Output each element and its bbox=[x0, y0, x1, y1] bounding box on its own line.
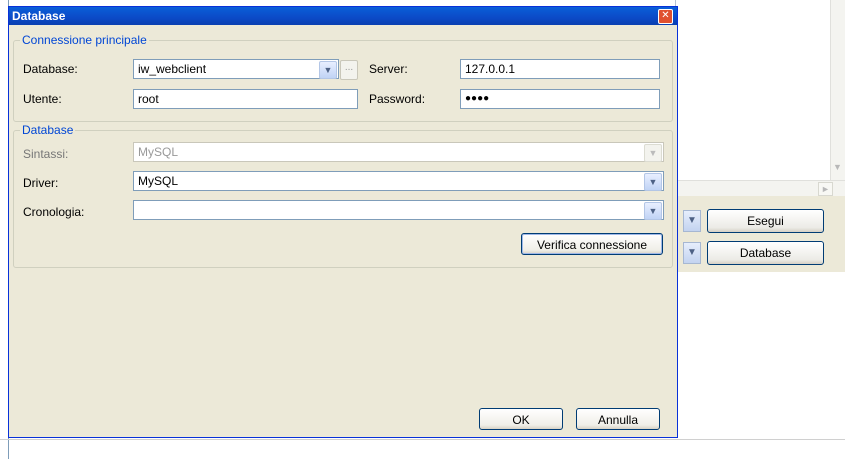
browse-database-button[interactable]: ... bbox=[340, 60, 358, 80]
execute-button[interactable]: Esegui bbox=[707, 209, 824, 233]
main-connection-group: Connessione principale bbox=[13, 33, 673, 122]
cancel-button[interactable]: Annulla bbox=[576, 408, 660, 430]
close-icon[interactable]: ✕ bbox=[658, 9, 673, 24]
password-label: Password: bbox=[369, 92, 426, 106]
main-connection-group-title: Connessione principale bbox=[20, 33, 149, 47]
dialog-title: Database bbox=[12, 9, 66, 23]
syntax-label: Sintassi: bbox=[23, 147, 69, 161]
database-dialog: Database ✕ Connessione principale Databa… bbox=[8, 6, 678, 438]
background-divider bbox=[0, 439, 845, 440]
database-label: Database: bbox=[23, 62, 78, 76]
verify-connection-button[interactable]: Verifica connessione bbox=[521, 233, 663, 255]
password-input[interactable]: ●●●● bbox=[460, 89, 660, 109]
syntax-select-value: MySQL bbox=[138, 145, 179, 159]
background-results-panel bbox=[675, 0, 845, 196]
chevron-down-icon[interactable]: ▼ bbox=[644, 173, 662, 191]
server-input[interactable]: 127.0.0.1 bbox=[460, 59, 660, 79]
ok-button[interactable]: OK bbox=[479, 408, 563, 430]
chevron-down-icon[interactable]: ▼ bbox=[644, 202, 662, 220]
chevron-down-icon[interactable]: ▼ bbox=[683, 210, 701, 232]
dialog-titlebar[interactable]: Database ✕ bbox=[9, 7, 677, 25]
driver-select[interactable]: MySQL ▼ bbox=[133, 171, 664, 191]
user-label: Utente: bbox=[23, 92, 62, 106]
chevron-down-icon: ▼ bbox=[644, 144, 662, 162]
scroll-right-arrow-icon[interactable]: ► bbox=[818, 182, 833, 196]
history-label: Cronologia: bbox=[23, 205, 85, 219]
driver-select-value: MySQL bbox=[138, 174, 179, 188]
background-vertical-scrollbar[interactable]: ▼ bbox=[830, 0, 845, 180]
syntax-select: MySQL ▼ bbox=[133, 142, 664, 162]
chevron-down-icon[interactable]: ▼ bbox=[319, 61, 337, 79]
database-group-title: Database bbox=[20, 123, 76, 137]
chevron-down-icon[interactable]: ▼ bbox=[683, 242, 701, 264]
driver-label: Driver: bbox=[23, 176, 59, 190]
user-input[interactable]: root bbox=[133, 89, 358, 109]
database-select-value: iw_webclient bbox=[138, 62, 207, 76]
scroll-down-arrow-icon[interactable]: ▼ bbox=[833, 162, 842, 172]
background-horizontal-scrollbar[interactable]: ► bbox=[675, 180, 845, 196]
server-label: Server: bbox=[369, 62, 408, 76]
history-select[interactable]: ▼ bbox=[133, 200, 664, 220]
database-select[interactable]: iw_webclient ▼ bbox=[133, 59, 339, 79]
database-button[interactable]: Database bbox=[707, 241, 824, 265]
